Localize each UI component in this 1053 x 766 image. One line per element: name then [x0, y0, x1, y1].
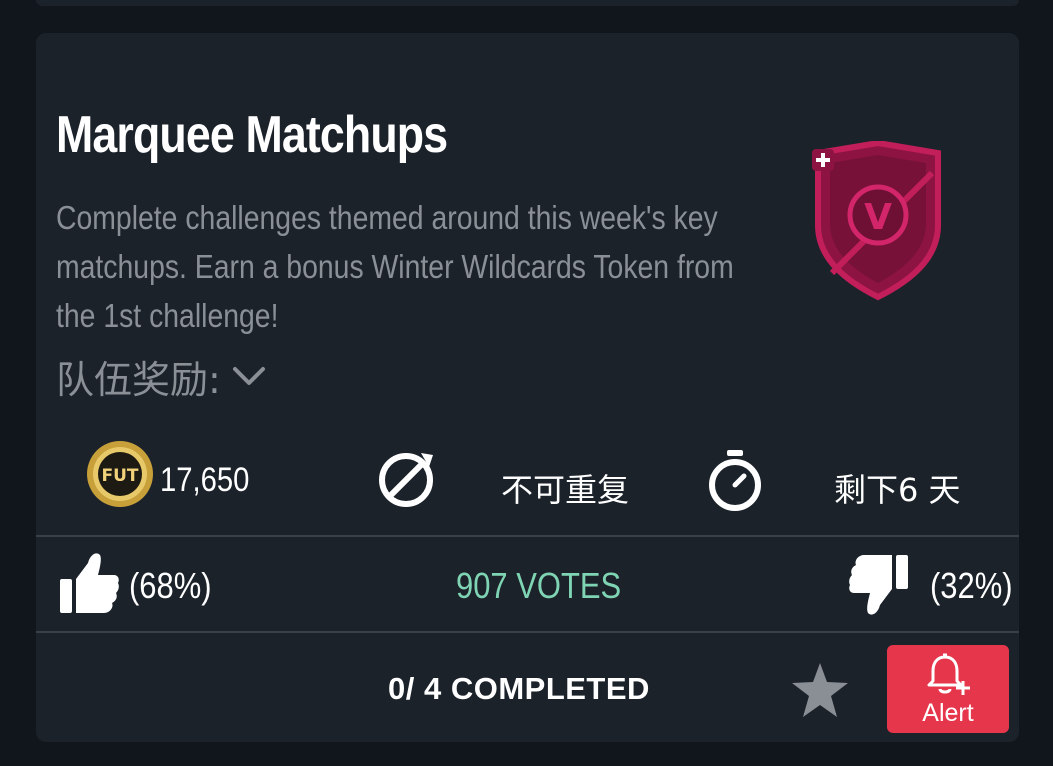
thumbs-up-icon[interactable]	[58, 551, 120, 617]
fut-coin-icon: FUT	[87, 441, 153, 507]
stopwatch-icon	[709, 450, 761, 511]
challenge-card[interactable]: Marquee Matchups Complete challenges the…	[36, 33, 1019, 742]
bell-plus-icon	[927, 653, 970, 695]
challenge-description: Complete challenges themed around this w…	[56, 199, 734, 334]
badge-letter: V	[864, 197, 892, 238]
repeatable-status: 不可重复	[501, 471, 630, 509]
completion-status: 0/ 4 COMPLETED	[388, 671, 650, 706]
time-remaining: 剩下6 天	[834, 471, 961, 509]
alert-button[interactable]: Alert	[887, 645, 1009, 733]
thumbs-down-icon[interactable]	[844, 551, 910, 617]
previous-card-edge	[36, 0, 1019, 6]
vote-count: 907 VOTES	[456, 565, 622, 606]
coin-reward-value: 17,650	[160, 461, 250, 499]
chevron-down-icon	[232, 367, 265, 385]
alert-label: Alert	[922, 699, 974, 727]
downvote-percent: (32%)	[930, 565, 1013, 606]
wildcards-token-badge: V	[812, 141, 941, 301]
no-repeat-icon	[379, 453, 433, 507]
coin-label: FUT	[101, 466, 138, 486]
star-icon[interactable]	[790, 661, 850, 719]
challenge-title: Marquee Matchups	[56, 106, 448, 164]
divider	[36, 631, 1019, 633]
divider	[36, 535, 1019, 537]
team-reward-toggle[interactable]: 队伍奖励:	[56, 351, 269, 402]
team-reward-label: 队伍奖励:	[56, 357, 221, 402]
upvote-percent: (68%)	[129, 565, 212, 606]
